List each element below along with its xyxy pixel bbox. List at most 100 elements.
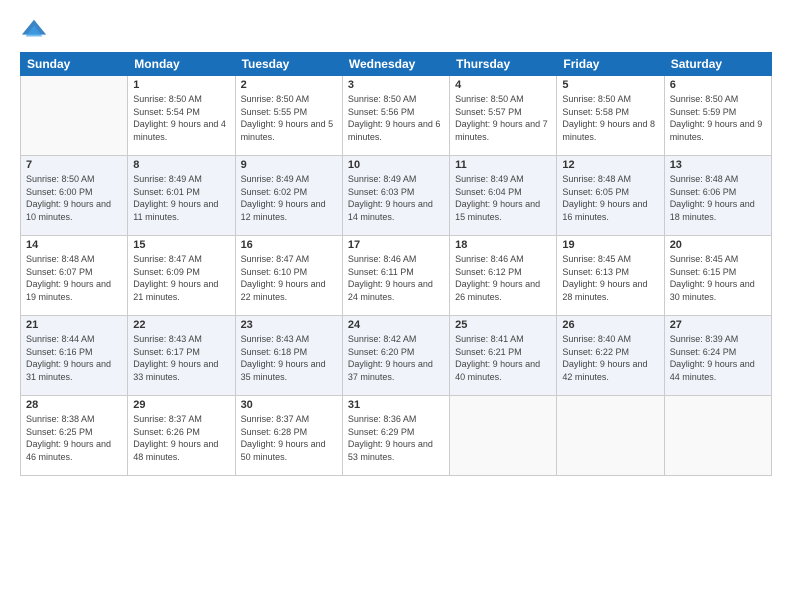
day-info: Sunrise: 8:41 AMSunset: 6:21 PMDaylight:…: [455, 333, 551, 383]
calendar-cell: [450, 396, 557, 476]
calendar-cell: [21, 76, 128, 156]
day-number: 31: [348, 399, 444, 411]
calendar-cell: 6 Sunrise: 8:50 AMSunset: 5:59 PMDaylight…: [664, 76, 771, 156]
calendar-cell: 13 Sunrise: 8:48 AMSunset: 6:06 PMDayligh…: [664, 156, 771, 236]
day-info: Sunrise: 8:45 AMSunset: 6:15 PMDaylight:…: [670, 253, 766, 303]
calendar-cell: 23 Sunrise: 8:43 AMSunset: 6:18 PMDayligh…: [235, 316, 342, 396]
calendar-cell: 15 Sunrise: 8:47 AMSunset: 6:09 PMDayligh…: [128, 236, 235, 316]
weekday-header: Sunday: [21, 53, 128, 76]
day-info: Sunrise: 8:37 AMSunset: 6:26 PMDaylight:…: [133, 413, 229, 463]
day-number: 7: [26, 159, 122, 171]
calendar-page: SundayMondayTuesdayWednesdayThursdayFrid…: [0, 0, 792, 612]
day-info: Sunrise: 8:50 AMSunset: 5:56 PMDaylight:…: [348, 93, 444, 143]
weekday-header: Thursday: [450, 53, 557, 76]
day-info: Sunrise: 8:38 AMSunset: 6:25 PMDaylight:…: [26, 413, 122, 463]
day-info: Sunrise: 8:42 AMSunset: 6:20 PMDaylight:…: [348, 333, 444, 383]
calendar-cell: 7Sunrise: 8:50 AMSunset: 6:00 PMDaylight…: [21, 156, 128, 236]
day-number: 22: [133, 319, 229, 331]
day-number: 20: [670, 239, 766, 251]
day-number: 8: [133, 159, 229, 171]
day-info: Sunrise: 8:45 AMSunset: 6:13 PMDaylight:…: [562, 253, 658, 303]
day-number: 21: [26, 319, 122, 331]
calendar-cell: 19 Sunrise: 8:45 AMSunset: 6:13 PMDayligh…: [557, 236, 664, 316]
day-number: 5: [562, 79, 658, 91]
day-number: 24: [348, 319, 444, 331]
calendar-cell: 28 Sunrise: 8:38 AMSunset: 6:25 PMDayligh…: [21, 396, 128, 476]
day-number: 26: [562, 319, 658, 331]
day-number: 18: [455, 239, 551, 251]
day-number: 4: [455, 79, 551, 91]
calendar-cell: 17 Sunrise: 8:46 AMSunset: 6:11 PMDayligh…: [342, 236, 449, 316]
day-info: Sunrise: 8:43 AMSunset: 6:18 PMDaylight:…: [241, 333, 337, 383]
day-number: 1: [133, 79, 229, 91]
calendar-week-row: 14Sunrise: 8:48 AMSunset: 6:07 PMDayligh…: [21, 236, 772, 316]
calendar-cell: 29 Sunrise: 8:37 AMSunset: 6:26 PMDayligh…: [128, 396, 235, 476]
day-info: Sunrise: 8:46 AMSunset: 6:11 PMDaylight:…: [348, 253, 444, 303]
calendar-cell: 14Sunrise: 8:48 AMSunset: 6:07 PMDayligh…: [21, 236, 128, 316]
day-info: Sunrise: 8:46 AMSunset: 6:12 PMDaylight:…: [455, 253, 551, 303]
weekday-header: Saturday: [664, 53, 771, 76]
calendar-cell: 26 Sunrise: 8:40 AMSunset: 6:22 PMDayligh…: [557, 316, 664, 396]
calendar-cell: 16 Sunrise: 8:47 AMSunset: 6:10 PMDayligh…: [235, 236, 342, 316]
calendar-week-row: 7Sunrise: 8:50 AMSunset: 6:00 PMDaylight…: [21, 156, 772, 236]
calendar-cell: 4 Sunrise: 8:50 AMSunset: 5:57 PMDaylight…: [450, 76, 557, 156]
day-info: Sunrise: 8:36 AMSunset: 6:29 PMDaylight:…: [348, 413, 444, 463]
calendar-week-row: 1 Sunrise: 8:50 AMSunset: 5:54 PMDaylight…: [21, 76, 772, 156]
day-number: 11: [455, 159, 551, 171]
calendar-cell: 31 Sunrise: 8:36 AMSunset: 6:29 PMDayligh…: [342, 396, 449, 476]
day-info: Sunrise: 8:49 AMSunset: 6:03 PMDaylight:…: [348, 173, 444, 223]
day-info: Sunrise: 8:50 AMSunset: 5:59 PMDaylight:…: [670, 93, 766, 143]
day-number: 27: [670, 319, 766, 331]
day-number: 25: [455, 319, 551, 331]
day-number: 13: [670, 159, 766, 171]
day-number: 16: [241, 239, 337, 251]
page-header: [20, 16, 772, 44]
day-number: 28: [26, 399, 122, 411]
day-info: Sunrise: 8:49 AMSunset: 6:01 PMDaylight:…: [133, 173, 229, 223]
day-info: Sunrise: 8:43 AMSunset: 6:17 PMDaylight:…: [133, 333, 229, 383]
calendar-cell: 2Sunrise: 8:50 AMSunset: 5:55 PMDaylight…: [235, 76, 342, 156]
day-info: Sunrise: 8:50 AMSunset: 5:58 PMDaylight:…: [562, 93, 658, 143]
day-number: 6: [670, 79, 766, 91]
calendar-week-row: 28 Sunrise: 8:38 AMSunset: 6:25 PMDayligh…: [21, 396, 772, 476]
calendar-cell: 21Sunrise: 8:44 AMSunset: 6:16 PMDayligh…: [21, 316, 128, 396]
calendar-cell: 5 Sunrise: 8:50 AMSunset: 5:58 PMDaylight…: [557, 76, 664, 156]
day-info: Sunrise: 8:50 AMSunset: 5:57 PMDaylight:…: [455, 93, 551, 143]
day-number: 30: [241, 399, 337, 411]
day-info: Sunrise: 8:49 AMSunset: 6:02 PMDaylight:…: [241, 173, 337, 223]
day-info: Sunrise: 8:48 AMSunset: 6:06 PMDaylight:…: [670, 173, 766, 223]
day-number: 23: [241, 319, 337, 331]
calendar-cell: 10 Sunrise: 8:49 AMSunset: 6:03 PMDayligh…: [342, 156, 449, 236]
day-number: 15: [133, 239, 229, 251]
calendar-cell: 30 Sunrise: 8:37 AMSunset: 6:28 PMDayligh…: [235, 396, 342, 476]
day-info: Sunrise: 8:39 AMSunset: 6:24 PMDaylight:…: [670, 333, 766, 383]
calendar-cell: 25 Sunrise: 8:41 AMSunset: 6:21 PMDayligh…: [450, 316, 557, 396]
weekday-header: Monday: [128, 53, 235, 76]
day-number: 3: [348, 79, 444, 91]
day-number: 29: [133, 399, 229, 411]
day-info: Sunrise: 8:40 AMSunset: 6:22 PMDaylight:…: [562, 333, 658, 383]
calendar-cell: 11Sunrise: 8:49 AMSunset: 6:04 PMDayligh…: [450, 156, 557, 236]
calendar-cell: 12Sunrise: 8:48 AMSunset: 6:05 PMDayligh…: [557, 156, 664, 236]
day-info: Sunrise: 8:47 AMSunset: 6:09 PMDaylight:…: [133, 253, 229, 303]
weekday-header: Tuesday: [235, 53, 342, 76]
calendar-cell: 9 Sunrise: 8:49 AMSunset: 6:02 PMDaylight…: [235, 156, 342, 236]
day-info: Sunrise: 8:47 AMSunset: 6:10 PMDaylight:…: [241, 253, 337, 303]
calendar-cell: [557, 396, 664, 476]
weekday-header: Friday: [557, 53, 664, 76]
calendar-cell: 20 Sunrise: 8:45 AMSunset: 6:15 PMDayligh…: [664, 236, 771, 316]
day-number: 9: [241, 159, 337, 171]
day-number: 10: [348, 159, 444, 171]
logo: [20, 16, 52, 44]
weekday-header-row: SundayMondayTuesdayWednesdayThursdayFrid…: [21, 53, 772, 76]
day-number: 19: [562, 239, 658, 251]
day-info: Sunrise: 8:50 AMSunset: 5:54 PMDaylight:…: [133, 93, 229, 143]
day-info: Sunrise: 8:37 AMSunset: 6:28 PMDaylight:…: [241, 413, 337, 463]
day-number: 17: [348, 239, 444, 251]
day-number: 12: [562, 159, 658, 171]
calendar-table: SundayMondayTuesdayWednesdayThursdayFrid…: [20, 52, 772, 476]
day-info: Sunrise: 8:48 AMSunset: 6:07 PMDaylight:…: [26, 253, 122, 303]
calendar-cell: 18 Sunrise: 8:46 AMSunset: 6:12 PMDayligh…: [450, 236, 557, 316]
calendar-cell: 8 Sunrise: 8:49 AMSunset: 6:01 PMDaylight…: [128, 156, 235, 236]
logo-icon: [20, 16, 48, 44]
